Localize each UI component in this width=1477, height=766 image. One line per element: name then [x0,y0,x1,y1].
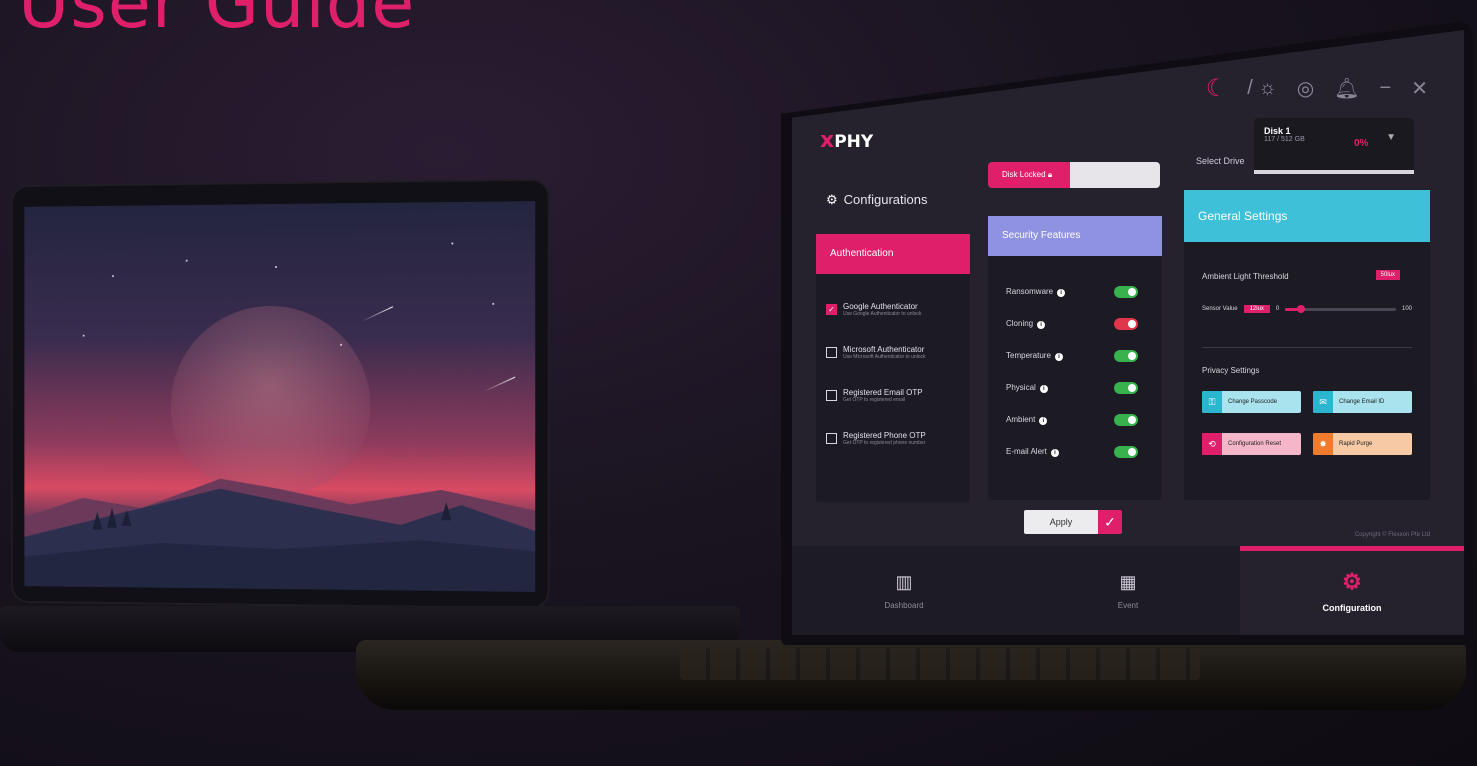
configuration-gear-icon: ⚙ [1342,569,1362,594]
bell-icon[interactable]: 🔔︎ [1334,76,1359,101]
titlebar: ☾ / ☼ ◎ 🔔︎ − ✕ [1206,74,1428,103]
authentication-header: Authentication [816,234,970,274]
disk-locked-label: Disk Locked 🔒︎ [988,162,1070,188]
info-icon[interactable]: i [1050,449,1059,457]
security-row: Ambient i [988,404,1162,436]
apply-button[interactable]: Apply ✓ [1024,510,1122,534]
general-settings-panel: General Settings Ambient Light Threshold… [1184,190,1430,500]
chevron-down-icon[interactable]: ▼ [1386,132,1396,143]
slider-thumb[interactable] [1296,304,1305,313]
app-logo: xPHY [820,128,874,153]
info-icon[interactable]: i [1057,289,1066,297]
x-logo-icon: x [820,128,835,153]
divider [1202,347,1412,348]
toggle-switch[interactable] [1114,382,1138,394]
bottom-nav: ▥ Dashboard ▦ Event ⚙ Configuration [792,546,1464,635]
minimize-icon[interactable]: − [1380,77,1392,100]
configuration-reset-button[interactable]: ⟲ Configuration Reset [1202,433,1301,455]
change-email-button[interactable]: ✉ Change Email ID [1313,391,1412,413]
security-features-panel: Security Features Ransomware i Cloning i T… [988,216,1162,500]
change-passcode-button[interactable]: ⚿ Change Passcode [1202,391,1301,413]
general-settings-header: General Settings [1184,190,1430,242]
toggle-switch[interactable] [1114,414,1138,426]
nav-dashboard[interactable]: ▥ Dashboard [792,546,1016,635]
mountains [24,477,536,592]
support-icon[interactable]: ◎ [1297,76,1314,101]
drive-select[interactable]: Disk 1 117 / 512 GB 0% ▼ [1254,118,1414,174]
lock-icon: 🔒︎ [1047,170,1053,179]
toggle-knob [1070,162,1160,188]
key-icon: ⚿ [1202,391,1222,413]
toggle-switch[interactable] [1114,350,1138,362]
toggle-switch[interactable] [1114,286,1138,298]
drive-percent: 0% [1354,138,1369,149]
purge-icon: ✸ [1313,433,1333,455]
info-icon[interactable]: i [1039,417,1048,425]
auth-option[interactable]: Registered Phone OTP Get OTP to registere… [816,431,970,446]
sensor-value: 12lux [1243,305,1270,313]
checkbox[interactable] [826,347,837,358]
security-row: Cloning i [988,308,1162,340]
nav-configuration[interactable]: ⚙ Configuration [1240,546,1464,635]
ambient-light-row: Ambient Light Threshold 50lux Sensor Val… [1202,270,1412,313]
wallpaper [24,201,536,592]
security-row: Physical i [988,372,1162,404]
close-icon[interactable]: ✕ [1411,76,1428,101]
keyboard [680,648,1200,680]
checkbox[interactable] [826,433,837,444]
security-row: E-mail Alert i [988,436,1162,468]
copyright: Copyright © Flexxon Pte Ltd [1354,532,1430,538]
dashboard-icon: ▥ [895,572,913,592]
info-icon[interactable]: i [1037,321,1046,329]
auth-option[interactable]: Microsoft Authenticator Use Microsoft Aut… [816,345,970,360]
authentication-panel: Authentication ✓ Google Authenticator Use… [816,234,970,502]
toggle-switch[interactable] [1114,446,1138,458]
security-row: Ransomware i [988,276,1162,308]
sun-icon[interactable]: / ☼ [1247,77,1276,100]
security-row: Temperature i [988,340,1162,372]
threshold-slider[interactable] [1285,304,1396,313]
info-icon[interactable]: i [1039,385,1048,393]
toggle-switch[interactable] [1114,318,1138,330]
mail-icon: ✉ [1313,391,1333,413]
rapid-purge-button[interactable]: ✸ Rapid Purge [1313,433,1412,455]
reset-icon: ⟲ [1202,433,1222,455]
disk-lock-toggle[interactable]: Disk Locked 🔒︎ [988,162,1160,188]
drive-size: 117 / 512 GB [1264,136,1305,143]
gear-icon: ⚙ [826,192,838,207]
checkbox[interactable] [826,390,837,401]
checkbox-checked[interactable]: ✓ [826,304,837,315]
security-features-header: Security Features [988,216,1162,256]
moon-icon[interactable]: ☾ [1206,74,1228,103]
lux-badge: 50lux [1375,270,1400,280]
auth-option[interactable]: ✓ Google Authenticator Use Google Authent… [816,302,970,317]
privacy-settings-title: Privacy Settings [1202,366,1260,375]
left-laptop-lid [12,180,548,608]
calendar-icon: ▦ [1119,572,1137,592]
configurations-heading: ⚙ Configurations [826,192,928,207]
xphy-app-window: ☾ / ☼ ◎ 🔔︎ − ✕ xPHY Select Drive Disk 1 … [792,30,1464,635]
nav-event[interactable]: ▦ Event [1016,546,1240,635]
check-icon: ✓ [1098,510,1122,534]
privacy-buttons: ⚿ Change Passcode ✉ Change Email ID ⟲ Confi… [1184,391,1430,455]
sensor-row: Sensor Value 12lux 0 100 [1202,304,1412,313]
drive-name: Disk 1 [1264,126,1291,136]
select-drive-label: Select Drive [1196,156,1245,166]
auth-option[interactable]: Registered Email OTP Get OTP to registere… [816,388,970,403]
info-icon[interactable]: i [1054,353,1063,361]
drive-usage-bar [1254,170,1414,174]
